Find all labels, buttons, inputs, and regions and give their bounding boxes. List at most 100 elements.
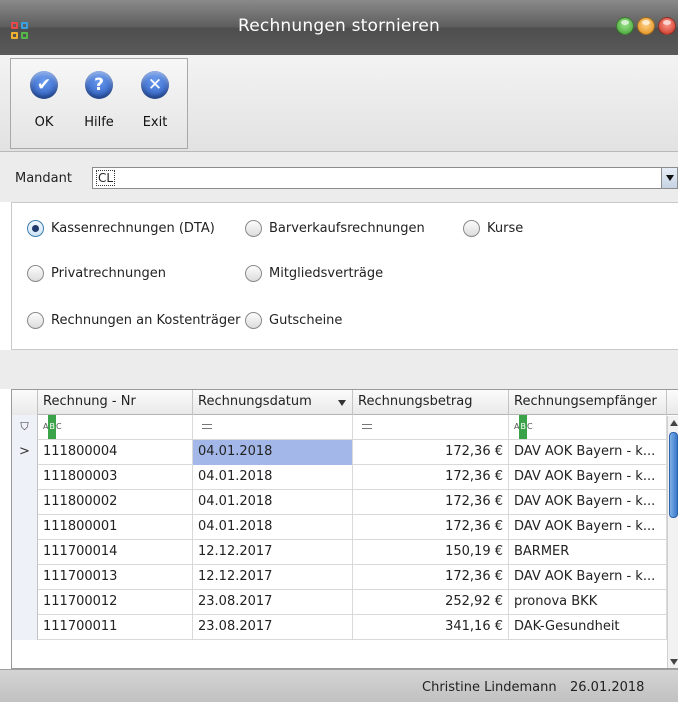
close-icon: ✕ bbox=[141, 71, 169, 99]
table-row[interactable]: 111700014 12.12.2017 150,19 € BARMER bbox=[12, 540, 678, 565]
table-row[interactable]: 111700012 23.08.2017 252,92 € pronova BKK bbox=[12, 590, 678, 615]
column-header-rechnung-nr[interactable]: Rechnung - Nr bbox=[38, 390, 193, 415]
help-button[interactable]: ? Hilfe bbox=[76, 71, 122, 141]
cell-rechnungsdatum: 23.08.2017 bbox=[193, 615, 353, 640]
cell-rechnungsempfaenger: DAV AOK Bayern - k... bbox=[509, 465, 667, 490]
cell-rechnung-nr: 111800003 bbox=[38, 465, 193, 490]
equals-filter-icon bbox=[362, 424, 372, 429]
cell-rechnungsempfaenger: DAV AOK Bayern - k... bbox=[509, 440, 667, 465]
mandant-label: Mandant bbox=[15, 171, 72, 186]
invoice-grid[interactable]: Rechnung - Nr Rechnungsdatum Rechnungsbe… bbox=[11, 389, 678, 669]
column-header-label: Rechnungsdatum bbox=[198, 394, 312, 409]
cell-rechnungsbetrag: 150,19 € bbox=[353, 540, 509, 565]
radio-circle bbox=[245, 312, 262, 329]
check-icon: ✔ bbox=[30, 71, 58, 99]
ok-button-label: OK bbox=[34, 115, 54, 130]
cell-rechnungsdatum: 12.12.2017 bbox=[193, 540, 353, 565]
filter-icon: ⛉ bbox=[12, 415, 38, 440]
grid-header-row: Rechnung - Nr Rechnungsdatum Rechnungsbe… bbox=[12, 390, 678, 415]
title-bar: Rechnungen stornieren bbox=[0, 0, 678, 55]
scroll-down-icon[interactable] bbox=[670, 659, 678, 665]
status-bar: Christine Lindemann 26.01.2018 bbox=[0, 669, 678, 702]
cell-rechnungsbetrag: 252,92 € bbox=[353, 590, 509, 615]
radio-label: Barverkaufsrechnungen bbox=[269, 221, 425, 236]
chevron-down-icon[interactable] bbox=[661, 168, 677, 188]
cell-rechnungsbetrag: 172,36 € bbox=[353, 440, 509, 465]
radio-circle bbox=[27, 312, 44, 329]
table-row[interactable]: 111700013 12.12.2017 172,36 € DAV AOK Bayer… bbox=[12, 565, 678, 590]
row-indicator[interactable] bbox=[12, 615, 38, 640]
radio-circle bbox=[245, 265, 262, 282]
minimize-button[interactable] bbox=[616, 17, 634, 35]
mandant-select[interactable]: CL bbox=[92, 167, 678, 189]
column-header-rechnungsdatum[interactable]: Rechnungsdatum bbox=[193, 390, 353, 415]
cell-rechnungsbetrag: 341,16 € bbox=[353, 615, 509, 640]
toolbar-button-group: ✔ OK ? Hilfe ✕ Exit bbox=[10, 58, 188, 149]
row-indicator[interactable] bbox=[12, 565, 38, 590]
table-row[interactable]: 111800002 04.01.2018 172,36 € DAV AOK Bayer… bbox=[12, 490, 678, 515]
cell-rechnungsempfaenger: BARMER bbox=[509, 540, 667, 565]
table-row[interactable]: 111800003 04.01.2018 172,36 € DAV AOK Bayer… bbox=[12, 465, 678, 490]
row-indicator[interactable] bbox=[12, 590, 38, 615]
cell-rechnungsempfaenger: DAV AOK Bayern - k... bbox=[509, 515, 667, 540]
cell-rechnung-nr: 111800002 bbox=[38, 490, 193, 515]
cell-rechnungsempfaenger: DAV AOK Bayern - k... bbox=[509, 490, 667, 515]
scroll-up-icon[interactable] bbox=[670, 420, 678, 426]
exit-button-label: Exit bbox=[142, 115, 168, 130]
row-indicator[interactable]: > bbox=[12, 440, 38, 465]
grid-filter-row: ⛉ ABC ABC bbox=[12, 415, 678, 440]
column-header-rechnungsbetrag[interactable]: Rechnungsbetrag bbox=[353, 390, 509, 415]
radio-label: Rechnungen an Kostenträger bbox=[51, 313, 241, 328]
cell-rechnung-nr: 111700014 bbox=[38, 540, 193, 565]
close-button[interactable] bbox=[658, 17, 676, 35]
invoice-type-panel: Kassenrechnungen (DTA) Barverkaufsrechnu… bbox=[11, 202, 678, 350]
row-indicator[interactable] bbox=[12, 465, 38, 490]
text-filter-icon: ABC bbox=[43, 415, 62, 439]
ok-button[interactable]: ✔ OK bbox=[21, 71, 67, 141]
toolbar: ✔ OK ? Hilfe ✕ Exit bbox=[0, 55, 678, 152]
row-indicator[interactable] bbox=[12, 540, 38, 565]
cell-rechnung-nr: 111800001 bbox=[38, 515, 193, 540]
sort-descending-icon bbox=[338, 400, 346, 406]
mandant-value: CL bbox=[96, 170, 116, 186]
window-title: Rechnungen stornieren bbox=[238, 16, 440, 36]
vertical-scrollbar[interactable] bbox=[667, 416, 678, 668]
cell-rechnungsbetrag: 172,36 € bbox=[353, 465, 509, 490]
table-row[interactable]: 111700011 23.08.2017 341,16 € DAK-Gesundhei… bbox=[12, 615, 678, 640]
radio-label: Kassenrechnungen (DTA) bbox=[51, 221, 215, 236]
filter-cell-rechnung-nr[interactable]: ABC bbox=[38, 415, 193, 440]
cell-rechnungsdatum: 04.01.2018 bbox=[193, 490, 353, 515]
cell-rechnungsempfaenger: DAK-Gesundheit bbox=[509, 615, 667, 640]
radio-label: Mitgliedsverträge bbox=[269, 266, 384, 281]
status-date: 26.01.2018 bbox=[570, 680, 645, 695]
column-header-rechnungsempfaenger[interactable]: Rechnungsempfänger bbox=[509, 390, 667, 415]
maximize-button[interactable] bbox=[637, 17, 655, 35]
cell-rechnungsdatum: 23.08.2017 bbox=[193, 590, 353, 615]
row-indicator-header bbox=[12, 390, 38, 415]
cell-rechnungsempfaenger: pronova BKK bbox=[509, 590, 667, 615]
equals-filter-icon bbox=[202, 424, 212, 429]
help-icon: ? bbox=[85, 71, 113, 99]
cell-rechnungsdatum: 12.12.2017 bbox=[193, 565, 353, 590]
filter-cell-rechnungsbetrag[interactable] bbox=[353, 415, 509, 440]
radio-circle bbox=[463, 220, 480, 237]
row-indicator[interactable] bbox=[12, 490, 38, 515]
filter-cell-rechnungsempfaenger[interactable]: ABC bbox=[509, 415, 667, 440]
cell-rechnungsbetrag: 172,36 € bbox=[353, 565, 509, 590]
table-row[interactable]: 111800001 04.01.2018 172,36 € DAV AOK Bayer… bbox=[12, 515, 678, 540]
row-indicator[interactable] bbox=[12, 515, 38, 540]
help-button-label: Hilfe bbox=[84, 115, 114, 130]
cell-rechnung-nr: 111800004 bbox=[38, 440, 193, 465]
panel-spacer bbox=[0, 350, 678, 389]
cell-rechnungsempfaenger: DAV AOK Bayern - k... bbox=[509, 565, 667, 590]
scrollbar-thumb[interactable] bbox=[669, 432, 678, 518]
radio-circle bbox=[27, 265, 44, 282]
radio-label: Gutscheine bbox=[269, 313, 343, 328]
radio-label: Kurse bbox=[487, 221, 524, 236]
cell-rechnung-nr: 111700011 bbox=[38, 615, 193, 640]
cell-rechnungsdatum: 04.01.2018 bbox=[193, 515, 353, 540]
exit-button[interactable]: ✕ Exit bbox=[132, 71, 178, 141]
cell-rechnungsdatum: 04.01.2018 bbox=[193, 440, 353, 465]
filter-cell-rechnungsdatum[interactable] bbox=[193, 415, 353, 440]
table-row[interactable]: >111800004 04.01.2018 172,36 € DAV AOK Baye… bbox=[12, 440, 678, 465]
